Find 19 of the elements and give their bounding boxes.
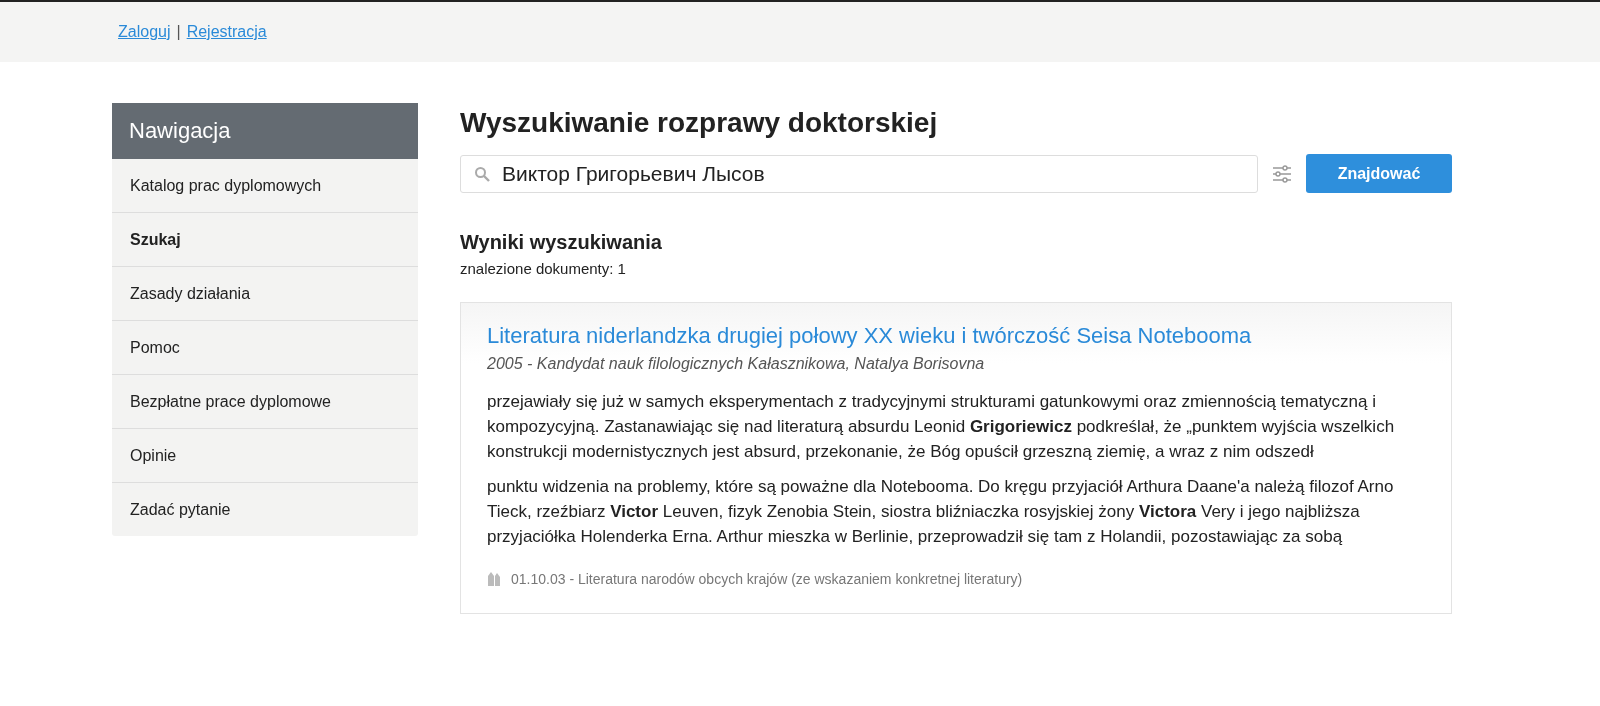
separator: |: [176, 23, 181, 41]
sidebar-item[interactable]: Zasady działania: [112, 267, 418, 321]
settings-sliders-icon[interactable]: [1272, 164, 1292, 183]
sidebar-item[interactable]: Katalog prac dyplomowych: [112, 159, 418, 213]
result-meta: 2005 - Kandydat nauk filologicznych Kałasznikowa, Natalya Borisovna: [487, 355, 986, 373]
result-category: 01.10.03 - Literatura narodów obcych krajów (ze wskazaniem konkretnej literatury): [511, 571, 1023, 587]
result-snippet: przejawiały się już w samych eksperymentach z tradycyjnymi strukturami gatunkowymi oraz zmiennością tematyczną i kompozycyjną. Zastanawiając się nad literaturą absurdu Leonid Grigoriewicz podkreślał, że „punktem wyjścia wszelkich konstrukcji modernistycznych jest absurd, przekonanie, że Bóg opuścił grzeszną ziemię, a wraz z nim odszedł: [487, 391, 1396, 463]
sidebar-item[interactable]: Bezpłatne prace dyplomowe: [112, 375, 418, 429]
page-title: Wyszukiwanie rozprawy doktorskiej: [460, 107, 939, 139]
sidebar-item[interactable]: Opinie: [112, 429, 418, 483]
result-snippet: punktu widzenia na problemy, które są poważne dla Notebooma. Do kręgu przyjaciół Arthura Daane'a należą filozof Arno Tieck, rzeźbiarz Victor Leuven, fizyk Zenobia Stein, siostra bliźniaczka rosyjskiej żony Victora Very i jego najbliższa przyjaciółka Holenderka Erna. Arthur mieszka w Berlinie, przeprowadził się tam z Holandii, pozostawiając za sobą: [487, 476, 1395, 548]
results-heading: Wyniki wyszukiwania: [460, 231, 663, 254]
sidebar-item[interactable]: Pomoc: [112, 321, 418, 375]
result-title-link[interactable]: Literatura niderlandzka drugiej połowy XX wieku i twórczość Seisa Notebooma: [487, 323, 1252, 349]
results-count: znalezione dokumenty: 1: [460, 260, 627, 277]
sidebar-title: Nawigacja: [112, 103, 418, 159]
sidebar-item[interactable]: Zadać pytanie: [112, 483, 418, 536]
sidebar-item[interactable]: Szukaj: [112, 213, 418, 267]
search-field[interactable]: Виктор Григорьевич Лысов: [460, 154, 1258, 193]
